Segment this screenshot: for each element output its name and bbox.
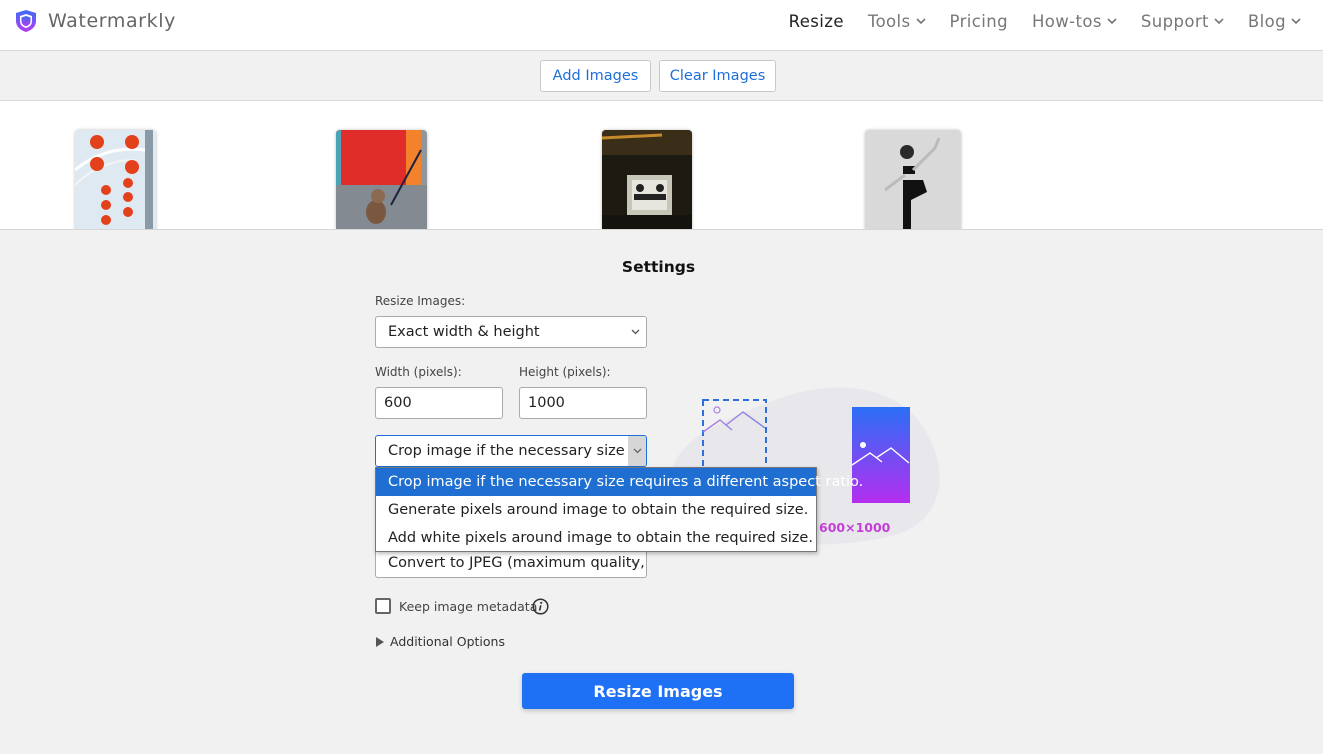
thumbnail-dog[interactable] [336,130,427,229]
image-cafe [602,130,692,229]
thumbnail-lanterns[interactable] [75,130,156,229]
nav-label: Pricing [949,12,1008,31]
resize-mode-select[interactable]: Exact width & height [375,316,647,348]
nav-label: Tools [867,12,911,31]
keep-metadata-label: Keep image metadata [399,599,538,614]
width-input[interactable]: 600 [375,387,503,419]
main-nav: Resize Tools Pricing How-tos Support Blo… [765,12,1301,31]
resize-mode-label: Resize Images: [375,294,466,308]
fit-mode-value: Crop image if the necessary size rec [388,443,624,459]
fit-option-generate-pixels[interactable]: Generate pixels around image to obtain t… [376,496,816,524]
settings-title: Settings [621,258,696,276]
chevron-down-icon [631,329,640,335]
fit-option-white-pixels[interactable]: Add white pixels around image to obtain … [376,524,816,552]
thumbnail-cafe[interactable] [602,130,692,229]
nav-label: How-tos [1031,12,1102,31]
top-navigation-bar: Watermarkly Resize Tools Pricing How-tos… [0,0,1323,51]
chevron-down-icon [631,560,640,566]
additional-options-toggle[interactable]: Additional Options [376,634,505,649]
clear-images-button[interactable]: Clear Images [659,60,776,92]
brand-logo[interactable]: Watermarkly [15,9,176,33]
resize-images-button[interactable]: Resize Images [522,673,794,709]
brand-name: Watermarkly [48,10,176,32]
image-lanterns [75,130,156,229]
fit-mode-dropdown-list: Crop image if the necessary size require… [375,467,863,552]
resize-mode-value: Exact width & height [388,324,540,340]
chevron-down-icon [1214,18,1224,25]
height-label: Height (pixels): [519,365,611,379]
chevron-down-icon [1291,18,1301,25]
fit-mode-select[interactable]: Crop image if the necessary size rec [375,435,647,467]
image-thumbnails [0,101,1323,230]
image-dog [336,130,427,229]
width-label: Width (pixels): [375,365,462,379]
shield-icon [16,10,36,32]
nav-item-tools[interactable]: Tools [868,12,926,31]
height-input[interactable]: 1000 [519,387,647,419]
nav-item-blog[interactable]: Blog [1248,12,1301,31]
image-toolbar: Add Images Clear Images [0,51,1323,101]
preview-size-label: 600×1000 [819,520,891,535]
add-images-button[interactable]: Add Images [540,60,651,92]
additional-options-label: Additional Options [390,634,505,649]
fit-option-crop[interactable]: Crop image if the necessary size require… [376,468,863,496]
nav-label: Resize [788,12,844,31]
nav-label: Support [1140,12,1209,31]
nav-label: Blog [1247,12,1286,31]
nav-item-support[interactable]: Support [1141,12,1224,31]
thumbnail-dancer[interactable] [865,130,961,229]
nav-item-resize[interactable]: Resize [789,12,844,31]
image-dancer [865,130,961,229]
expand-triangle-icon [376,636,384,647]
chevron-down-icon [633,448,642,454]
chevron-down-icon [1107,18,1117,25]
nav-item-how-tos[interactable]: How-tos [1032,12,1117,31]
info-icon[interactable] [532,598,549,615]
output-format-value: Convert to JPEG (maximum quality, [388,554,645,571]
chevron-down-icon [915,18,926,25]
nav-item-pricing[interactable]: Pricing [950,12,1008,31]
keep-metadata-checkbox[interactable] [375,598,391,614]
